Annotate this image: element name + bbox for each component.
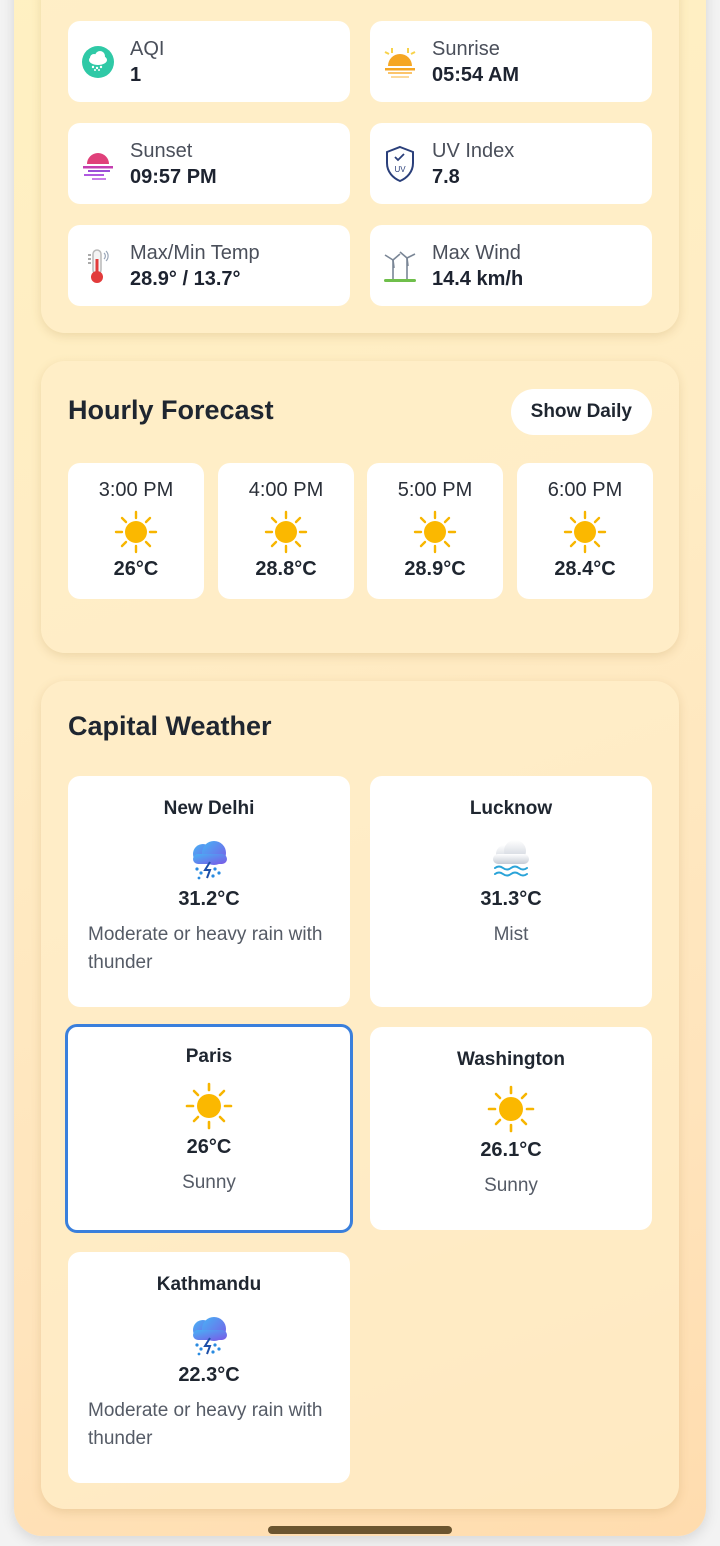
stat-value: 1 (130, 63, 142, 86)
stat-tile-max-min-temp: Max/Min Temp 28.9° / 13.7° (68, 225, 350, 306)
stat-label: Sunset (130, 139, 193, 162)
capital-card-paris[interactable]: Paris 26°C Sunny (65, 1024, 353, 1233)
show-daily-button[interactable]: Show Daily (510, 389, 652, 435)
aqi-cloud-icon (80, 42, 116, 82)
hourly-forecast-card: Hourly Forecast Show Daily 3:00 PM 26°C … (41, 361, 679, 653)
home-indicator[interactable] (268, 1526, 452, 1534)
weather-details-card: AQI 1 Sunrise 05:54 AM Sunset 09:57 PM UV U… (41, 0, 679, 333)
hour-time: 3:00 PM (98, 479, 174, 501)
stat-label: Max Wind (432, 241, 521, 264)
hourly-item: 6:00 PM 28.4°C (517, 463, 653, 599)
hour-temp: 28.9°C (404, 558, 466, 580)
stat-value: 14.4 km/h (432, 267, 524, 290)
stat-tile-aqi: AQI 1 (68, 21, 350, 102)
mist-icon (487, 834, 535, 882)
sun-icon (563, 510, 607, 554)
stat-value: 7.8 (432, 165, 460, 188)
thunder-rain-icon (185, 1310, 233, 1358)
sun-icon (185, 1082, 233, 1130)
sun-icon (413, 510, 457, 554)
stat-label: UV Index (432, 139, 515, 162)
stat-tile-uv-index: UV UV Index 7.8 (370, 123, 652, 204)
hourly-item: 5:00 PM 28.9°C (367, 463, 503, 599)
hourly-forecast-title: Hourly Forecast (68, 395, 274, 425)
hourly-item: 4:00 PM 28.8°C (218, 463, 354, 599)
city-temp: 26°C (186, 1136, 232, 1158)
city-temp: 31.2°C (178, 888, 240, 910)
stat-tile-max-wind: Max Wind 14.4 km/h (370, 225, 652, 306)
stat-label: Sunrise (432, 37, 500, 60)
stat-tile-sunset: Sunset 09:57 PM (68, 123, 350, 204)
hourly-item: 3:00 PM 26°C (68, 463, 204, 599)
city-condition: Sunny (484, 1175, 538, 1196)
svg-text:UV: UV (394, 165, 406, 174)
hour-time: 6:00 PM (547, 479, 623, 501)
sun-icon (264, 510, 308, 554)
capital-weather-card: Capital Weather New Delhi 31.2°C Moderat… (41, 681, 679, 1509)
city-name: Lucknow (469, 798, 553, 819)
stat-value: 09:57 PM (130, 165, 217, 188)
stat-label: Max/Min Temp (130, 241, 260, 264)
city-condition: Moderate or heavy rain with thunder (88, 924, 323, 973)
capital-card-washington[interactable]: Washington 26.1°C Sunny (370, 1027, 652, 1230)
hour-temp: 26°C (113, 558, 159, 580)
thermometer-icon (80, 246, 116, 286)
city-temp: 26.1°C (480, 1139, 542, 1161)
city-name: New Delhi (163, 798, 255, 819)
hour-temp: 28.8°C (255, 558, 317, 580)
city-name: Kathmandu (156, 1274, 262, 1295)
stat-value: 28.9° / 13.7° (130, 267, 241, 290)
city-name: Washington (457, 1049, 565, 1070)
capital-card-lucknow[interactable]: Lucknow 31.3°C Mist (370, 776, 652, 1007)
stat-tile-sunrise: Sunrise 05:54 AM (370, 21, 652, 102)
hour-time: 5:00 PM (397, 479, 473, 501)
city-condition: Sunny (182, 1172, 236, 1193)
city-condition: Moderate or heavy rain with thunder (88, 1400, 323, 1449)
stat-label: AQI (130, 37, 165, 60)
capital-card-new-delhi[interactable]: New Delhi 31.2°C Moderate or heavy rain … (68, 776, 350, 1007)
stat-value: 05:54 AM (432, 63, 520, 86)
sunrise-icon (382, 42, 418, 82)
capital-card-kathmandu[interactable]: Kathmandu 22.3°C Moderate or heavy rain … (68, 1252, 350, 1483)
hour-time: 4:00 PM (248, 479, 324, 501)
city-condition: Mist (493, 924, 529, 945)
city-temp: 31.3°C (480, 888, 542, 910)
sun-icon (487, 1085, 535, 1133)
sunset-icon (80, 144, 116, 184)
wind-turbine-icon (382, 246, 418, 286)
city-name: Paris (185, 1046, 233, 1067)
thunder-rain-icon (185, 834, 233, 882)
hour-temp: 28.4°C (554, 558, 616, 580)
city-temp: 22.3°C (178, 1364, 240, 1386)
sun-icon (114, 510, 158, 554)
capital-weather-title: Capital Weather (68, 711, 272, 741)
uv-shield-icon: UV (382, 144, 418, 184)
